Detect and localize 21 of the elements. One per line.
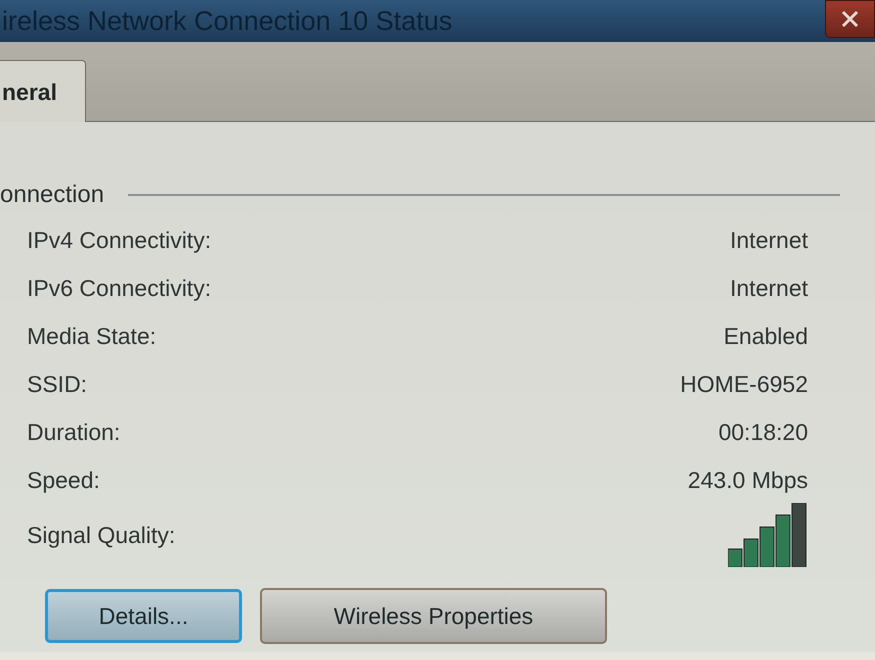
field-value: HOME-6952 xyxy=(680,370,808,399)
signal-bars-icon xyxy=(728,503,808,567)
field-label: Speed: xyxy=(27,466,100,495)
field-value: 00:18:20 xyxy=(718,418,808,447)
field-label: IPv6 Connectivity: xyxy=(27,274,212,303)
field-value: 243.0 Mbps xyxy=(688,466,808,495)
field-label: IPv4 Connectivity: xyxy=(27,226,212,255)
close-icon xyxy=(841,10,859,28)
field-value: Internet xyxy=(730,274,808,303)
details-button[interactable]: Details... xyxy=(45,589,242,643)
field-label: Signal Quality: xyxy=(27,520,176,550)
field-label: SSID: xyxy=(27,370,88,399)
field-value: Internet xyxy=(730,226,808,255)
field-label: Duration: xyxy=(27,418,120,447)
window-title: ireless Network Connection 10 Status xyxy=(1,5,452,38)
field-value: Enabled xyxy=(724,322,808,351)
group-title: onnection xyxy=(0,180,104,210)
close-button[interactable] xyxy=(825,0,875,38)
field-label: Media State: xyxy=(27,322,156,351)
wireless-properties-button[interactable]: Wireless Properties xyxy=(260,588,607,644)
general-tab[interactable]: neral xyxy=(0,60,86,122)
